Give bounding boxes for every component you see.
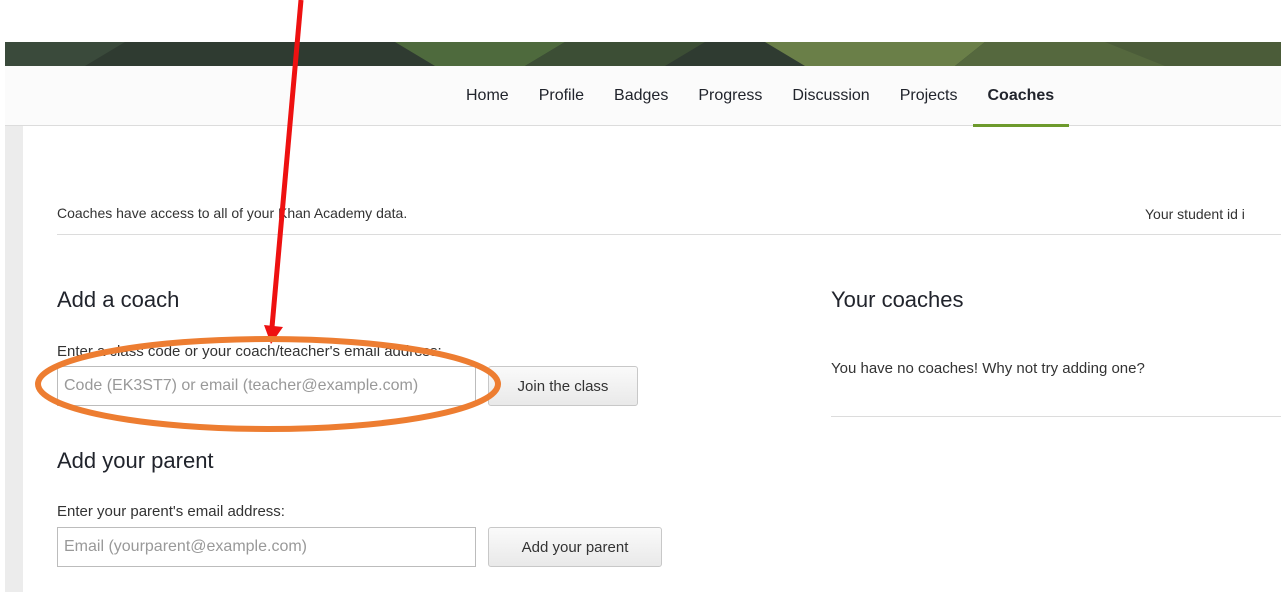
add-parent-label: Enter your parent's email address: bbox=[57, 503, 285, 520]
nav-tabs: Home Profile Badges Progress Discussion … bbox=[451, 66, 1070, 127]
join-class-button[interactable]: Join the class bbox=[488, 366, 638, 406]
tab-coaches[interactable]: Coaches bbox=[972, 66, 1070, 127]
divider bbox=[831, 416, 1281, 417]
add-coach-label: Enter a class code or your coach/teacher… bbox=[57, 343, 442, 360]
student-id-text: Your student id i bbox=[1145, 206, 1245, 222]
left-rail bbox=[5, 126, 23, 592]
tab-badges[interactable]: Badges bbox=[599, 66, 683, 126]
add-coach-heading: Add a coach bbox=[57, 287, 180, 312]
tab-home[interactable]: Home bbox=[451, 66, 524, 126]
tab-profile[interactable]: Profile bbox=[524, 66, 599, 126]
profile-nav-bar: Home Profile Badges Progress Discussion … bbox=[5, 66, 1281, 127]
your-coaches-heading: Your coaches bbox=[831, 287, 964, 312]
tab-discussion[interactable]: Discussion bbox=[777, 66, 884, 126]
add-parent-heading: Add your parent bbox=[57, 448, 214, 473]
header-banner bbox=[5, 42, 1281, 66]
add-parent-button[interactable]: Add your parent bbox=[488, 527, 662, 567]
no-coaches-message: You have no coaches! Why not try adding … bbox=[831, 360, 1145, 377]
parent-email-input[interactable] bbox=[57, 527, 476, 567]
divider bbox=[57, 234, 1281, 235]
tab-projects[interactable]: Projects bbox=[885, 66, 973, 126]
red-arrowhead-icon bbox=[264, 325, 283, 344]
tab-progress[interactable]: Progress bbox=[683, 66, 777, 126]
page: Home Profile Badges Progress Discussion … bbox=[0, 0, 1281, 592]
coach-access-notice: Coaches have access to all of your Khan … bbox=[57, 205, 408, 221]
class-code-input[interactable] bbox=[57, 366, 476, 406]
